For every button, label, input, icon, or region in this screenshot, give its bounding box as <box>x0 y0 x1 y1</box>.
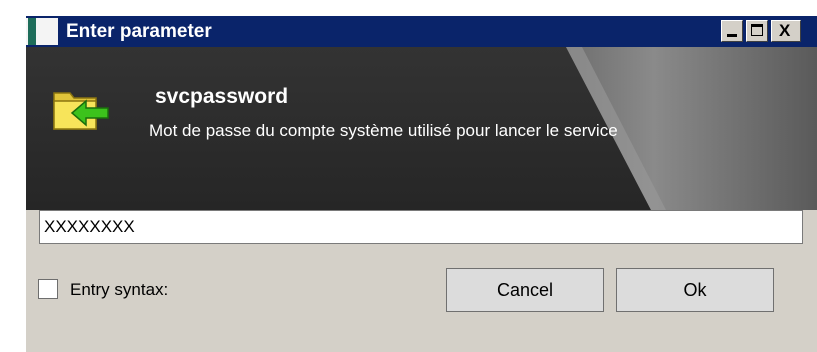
parameter-name: svcpassword <box>155 85 288 109</box>
folder-arrow-icon <box>52 85 112 133</box>
entry-syntax-label: Entry syntax: <box>70 280 168 300</box>
parameter-header: svcpassword Mot de passe du compte systè… <box>26 47 817 210</box>
maximize-button[interactable] <box>746 20 768 42</box>
close-button[interactable]: X <box>771 20 801 42</box>
parameter-value-input[interactable] <box>39 210 803 244</box>
minimize-button[interactable] <box>721 20 743 42</box>
minimize-icon <box>727 34 737 37</box>
window-title: Enter parameter <box>66 21 212 42</box>
cancel-button[interactable]: Cancel <box>446 268 604 312</box>
enter-parameter-dialog: Enter parameter X <box>26 16 817 352</box>
close-icon: X <box>779 22 790 40</box>
maximize-icon <box>751 24 763 36</box>
app-icon <box>26 18 58 45</box>
parameter-description: Mot de passe du compte système utilisé p… <box>149 121 618 141</box>
entry-syntax-checkbox[interactable] <box>38 279 58 299</box>
title-bar[interactable]: Enter parameter X <box>26 16 817 47</box>
ok-button[interactable]: Ok <box>616 268 774 312</box>
